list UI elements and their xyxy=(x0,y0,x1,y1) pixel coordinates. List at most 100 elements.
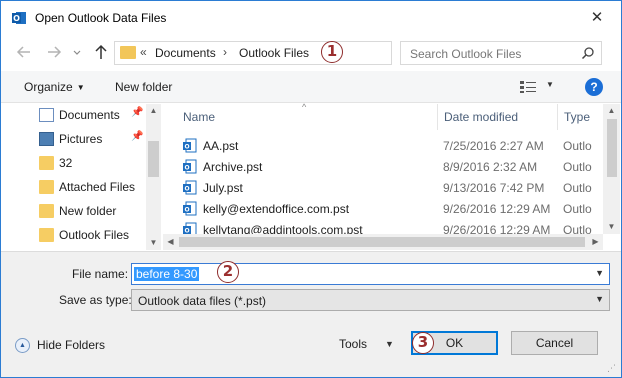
hide-folders-button[interactable]: ▲ Hide Folders xyxy=(15,335,115,355)
sidebar-item-label: Outlook Files xyxy=(59,228,130,242)
file-list-horizontal-scrollbar[interactable]: ◀ ▶ xyxy=(163,234,603,250)
folder-icon xyxy=(39,228,54,242)
pst-file-icon: O xyxy=(183,138,197,153)
sidebar-item-outlook-files[interactable]: Outlook Files xyxy=(1,224,146,248)
pst-file-icon: O xyxy=(183,180,197,195)
file-date: 9/13/2016 7:42 PM xyxy=(443,181,545,195)
save-as-type-select[interactable]: Outlook data files (*.pst) ▼ xyxy=(131,289,610,311)
navigation-scrollbar[interactable]: ▲ ▼ xyxy=(146,104,161,250)
table-row[interactable]: O kelly@extendoffice.com.pst 9/26/2016 1… xyxy=(163,198,603,219)
pst-file-icon: O xyxy=(183,159,197,174)
file-name-field[interactable]: before 8-30 ▼ xyxy=(131,263,610,285)
breadcrumb-overflow[interactable]: « xyxy=(140,45,147,59)
chevron-down-icon[interactable] xyxy=(72,43,82,61)
command-toolbar: Organize ▼ New folder ▼ ? xyxy=(1,71,621,103)
sidebar-item-new-folder[interactable]: New folder xyxy=(1,200,146,224)
chevron-down-icon[interactable]: ▼ xyxy=(595,268,604,278)
sidebar-item-attached-files[interactable]: Attached Files xyxy=(1,176,146,200)
window-title: Open Outlook Data Files xyxy=(35,11,167,25)
file-type: Outlo xyxy=(563,223,592,234)
breadcrumb-separator[interactable]: › xyxy=(223,45,227,59)
file-type: Outlo xyxy=(563,202,592,216)
file-date: 8/9/2016 2:32 AM xyxy=(443,160,538,174)
column-header-date-modified[interactable]: Date modified xyxy=(438,109,556,131)
chevron-up-icon: ▲ xyxy=(15,338,30,353)
callout-3: 3 xyxy=(412,332,434,354)
cancel-button[interactable]: Cancel xyxy=(511,331,598,355)
arrow-right-icon[interactable] xyxy=(45,43,63,61)
file-name: kelly@extendoffice.com.pst xyxy=(203,202,350,216)
callout-1: 1 xyxy=(321,41,343,63)
file-date: 7/25/2016 2:27 AM xyxy=(443,139,544,153)
help-icon[interactable]: ? xyxy=(585,78,603,96)
file-type: Outlo xyxy=(563,139,592,153)
search-input[interactable]: Search Outlook Files xyxy=(400,41,602,65)
sidebar-item-documents[interactable]: Documents 📌 xyxy=(1,104,146,128)
breadcrumb-documents[interactable]: Documents xyxy=(155,46,216,60)
tools-button[interactable]: Tools xyxy=(339,337,367,351)
view-options-icon[interactable] xyxy=(519,80,537,94)
sidebar-item-label: 32 xyxy=(59,156,73,170)
tools-dropdown-icon[interactable]: ▼ xyxy=(385,339,394,349)
hide-folders-label: Hide Folders xyxy=(37,338,106,352)
folder-icon xyxy=(39,156,54,170)
folder-icon xyxy=(39,180,54,194)
navigation-pane: Documents 📌 Pictures 📌 32 Attached Files… xyxy=(1,104,161,250)
pst-file-icon: O xyxy=(183,201,197,216)
file-list-vertical-scrollbar[interactable]: ▲ ▼ xyxy=(603,104,620,234)
scrollbar-thumb[interactable] xyxy=(179,237,585,247)
sidebar-item-label: Attached Files xyxy=(59,180,136,194)
scroll-up-icon[interactable]: ▲ xyxy=(146,104,161,118)
sidebar-item-label: Documents xyxy=(59,108,120,122)
view-dropdown-icon[interactable]: ▼ xyxy=(546,80,554,89)
table-row[interactable]: O Archive.pst 8/9/2016 2:32 AM Outlo xyxy=(163,156,603,177)
svg-text:O: O xyxy=(184,144,189,151)
folder-icon xyxy=(120,46,136,59)
pictures-icon xyxy=(39,132,54,146)
svg-text:O: O xyxy=(184,207,189,214)
chevron-down-icon[interactable]: ▼ xyxy=(595,294,604,304)
file-date: 9/26/2016 12:29 AM xyxy=(443,223,551,234)
close-icon[interactable]: ✕ xyxy=(588,9,606,27)
svg-text:O: O xyxy=(184,165,189,172)
pin-icon: 📌 xyxy=(131,131,144,142)
organize-button[interactable]: Organize ▼ xyxy=(24,80,85,94)
scroll-left-icon[interactable]: ◀ xyxy=(163,235,178,249)
save-as-type-value: Outlook data files (*.pst) xyxy=(138,294,267,308)
resize-grip-icon[interactable]: ⋰ xyxy=(607,363,619,375)
file-name: July.pst xyxy=(203,181,243,195)
folder-icon xyxy=(39,204,54,218)
scroll-right-icon[interactable]: ▶ xyxy=(588,235,603,249)
column-header-type[interactable]: Type xyxy=(558,109,603,131)
breadcrumb-outlook-files[interactable]: Outlook Files xyxy=(239,46,309,60)
search-icon[interactable] xyxy=(581,46,595,60)
sidebar-item-32[interactable]: 32 xyxy=(1,152,146,176)
file-name: kellytanq@addintools.com.pst xyxy=(203,223,363,234)
address-bar[interactable]: « Documents › Outlook Files ▾ ↻ xyxy=(114,41,497,65)
table-row[interactable]: O kellytanq@addintools.com.pst 9/26/2016… xyxy=(163,219,603,234)
scrollbar-thumb[interactable] xyxy=(607,119,617,177)
file-name: Archive.pst xyxy=(203,160,263,174)
search-placeholder: Search Outlook Files xyxy=(410,47,522,61)
documents-icon xyxy=(39,108,54,122)
arrow-up-icon[interactable] xyxy=(92,43,110,61)
scroll-up-icon[interactable]: ▲ xyxy=(604,104,619,118)
file-name-label: File name: xyxy=(72,267,129,281)
file-name-value[interactable]: before 8-30 xyxy=(134,267,200,281)
svg-text:O: O xyxy=(184,186,189,193)
arrow-left-icon[interactable] xyxy=(15,43,33,61)
sidebar-item-pictures[interactable]: Pictures 📌 xyxy=(1,128,146,152)
file-name: AA.pst xyxy=(203,139,239,153)
column-header-name[interactable]: Name xyxy=(177,109,443,131)
save-as-type-label: Save as type: xyxy=(59,293,132,307)
sidebar-item-label: Pictures xyxy=(59,132,103,146)
scroll-down-icon[interactable]: ▼ xyxy=(146,236,161,250)
callout-2: 2 xyxy=(217,261,239,283)
table-row[interactable]: O July.pst 9/13/2016 7:42 PM Outlo xyxy=(163,177,603,198)
title-bar: O Open Outlook Data Files ✕ xyxy=(1,1,621,35)
scrollbar-thumb[interactable] xyxy=(148,141,159,177)
caret-down-icon: ▼ xyxy=(76,83,85,92)
new-folder-button[interactable]: New folder xyxy=(115,80,172,94)
scroll-down-icon[interactable]: ▼ xyxy=(604,220,619,234)
table-row[interactable]: O AA.pst 7/25/2016 2:27 AM Outlo xyxy=(163,135,603,156)
